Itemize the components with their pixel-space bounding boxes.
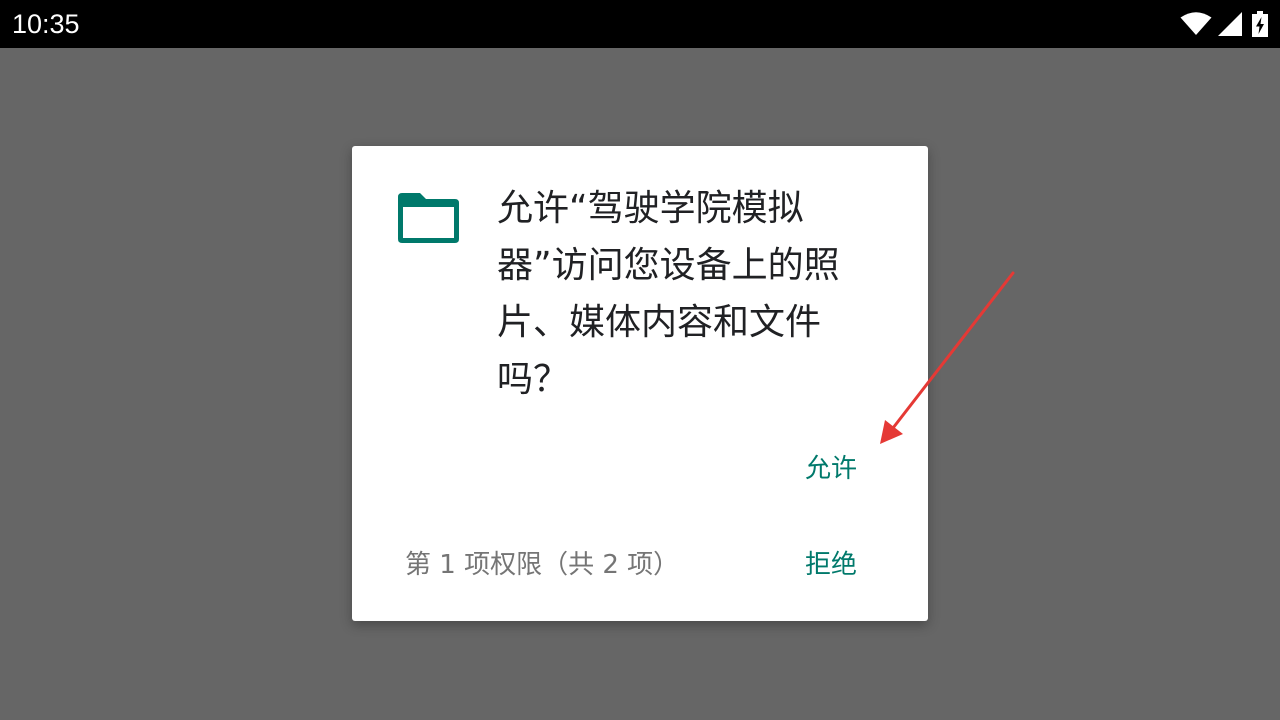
signal-icon	[1218, 12, 1242, 36]
permission-message: 允许“驾驶学院模拟器”访问您设备上的照片、媒体内容和文件吗？	[497, 188, 840, 400]
allow-button[interactable]: 允许	[805, 451, 857, 487]
status-icons	[1180, 10, 1268, 38]
status-bar: 10:35	[0, 0, 1280, 48]
permission-counter: 第 1 项权限（共 2 项）	[405, 550, 680, 580]
battery-charging-icon	[1252, 11, 1268, 37]
wifi-icon	[1180, 12, 1212, 36]
deny-button[interactable]: 拒绝	[805, 547, 857, 583]
permission-dialog: 允许“驾驶学院模拟器”访问您设备上的照片、媒体内容和文件吗？ 允许 第 1 项权…	[352, 146, 928, 621]
folder-icon	[398, 193, 459, 243]
clock: 10:35	[12, 9, 80, 39]
